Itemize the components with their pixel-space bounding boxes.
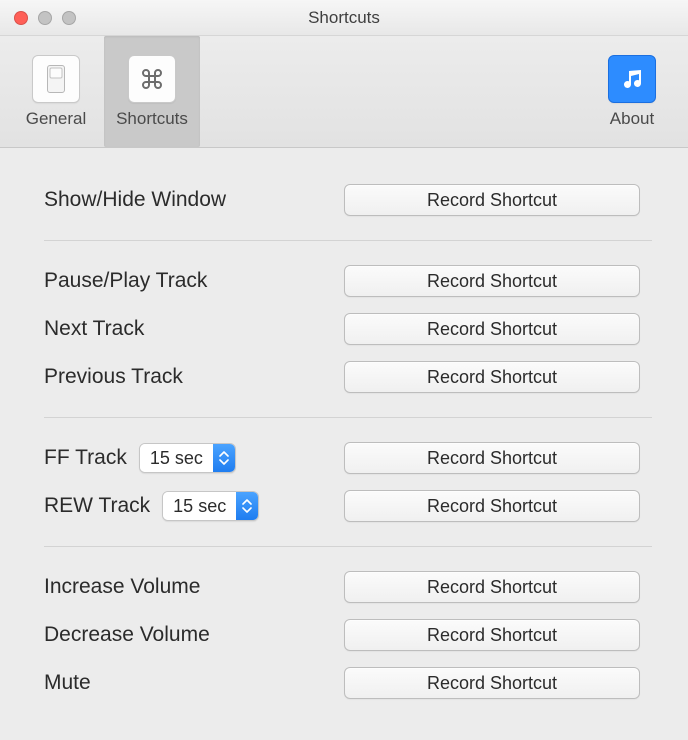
select-ff-value: 15 sec [140, 444, 213, 472]
tab-about-label: About [610, 109, 654, 129]
switch-icon [32, 55, 80, 103]
group-seek: FF Track 15 sec Record Shortcut REW Trac… [44, 418, 652, 547]
zoom-button[interactable] [62, 11, 76, 25]
window-controls [0, 11, 76, 25]
group-volume: Increase Volume Record Shortcut Decrease… [44, 547, 652, 707]
chevron-up-down-icon [236, 492, 258, 520]
minimize-button[interactable] [38, 11, 52, 25]
row-ff-track: FF Track 15 sec Record Shortcut [44, 434, 652, 482]
row-pause-play: Pause/Play Track Record Shortcut [44, 257, 652, 305]
row-mute: Mute Record Shortcut [44, 659, 652, 707]
group-window: Show/Hide Window Record Shortcut [44, 176, 652, 241]
tab-shortcuts-label: Shortcuts [116, 109, 188, 129]
row-decrease-volume: Decrease Volume Record Shortcut [44, 611, 652, 659]
window-title: Shortcuts [0, 8, 688, 28]
row-increase-volume: Increase Volume Record Shortcut [44, 563, 652, 611]
group-playback: Pause/Play Track Record Shortcut Next Tr… [44, 241, 652, 418]
row-rew-track: REW Track 15 sec Record Shortcut [44, 482, 652, 530]
tab-general[interactable]: General [8, 36, 104, 147]
tab-about[interactable]: About [584, 36, 680, 147]
record-previous-track[interactable]: Record Shortcut [344, 361, 640, 393]
close-button[interactable] [14, 11, 28, 25]
record-decrease-volume[interactable]: Record Shortcut [344, 619, 640, 651]
toolbar: General Shortcuts About [0, 36, 688, 148]
select-ff-duration[interactable]: 15 sec [139, 443, 236, 473]
label-ff-text: FF Track [44, 446, 127, 470]
tab-general-label: General [26, 109, 86, 129]
record-next-track[interactable]: Record Shortcut [344, 313, 640, 345]
label-mute: Mute [44, 671, 344, 695]
record-ff-track[interactable]: Record Shortcut [344, 442, 640, 474]
label-show-hide: Show/Hide Window [44, 188, 344, 212]
tab-shortcuts[interactable]: Shortcuts [104, 36, 200, 147]
label-previous-track: Previous Track [44, 365, 344, 389]
label-decrease-volume: Decrease Volume [44, 623, 344, 647]
record-pause-play[interactable]: Record Shortcut [344, 265, 640, 297]
select-rew-duration[interactable]: 15 sec [162, 491, 259, 521]
label-ff-track: FF Track 15 sec [44, 443, 344, 473]
row-show-hide: Show/Hide Window Record Shortcut [44, 176, 652, 224]
record-mute[interactable]: Record Shortcut [344, 667, 640, 699]
record-show-hide[interactable]: Record Shortcut [344, 184, 640, 216]
row-previous-track: Previous Track Record Shortcut [44, 353, 652, 401]
select-rew-value: 15 sec [163, 492, 236, 520]
row-next-track: Next Track Record Shortcut [44, 305, 652, 353]
record-increase-volume[interactable]: Record Shortcut [344, 571, 640, 603]
chevron-up-down-icon [213, 444, 235, 472]
record-rew-track[interactable]: Record Shortcut [344, 490, 640, 522]
label-next-track: Next Track [44, 317, 344, 341]
label-increase-volume: Increase Volume [44, 575, 344, 599]
music-note-icon [608, 55, 656, 103]
titlebar: Shortcuts [0, 0, 688, 36]
command-icon [128, 55, 176, 103]
label-pause-play: Pause/Play Track [44, 269, 344, 293]
content: Show/Hide Window Record Shortcut Pause/P… [0, 148, 688, 731]
label-rew-text: REW Track [44, 494, 150, 518]
label-rew-track: REW Track 15 sec [44, 491, 344, 521]
